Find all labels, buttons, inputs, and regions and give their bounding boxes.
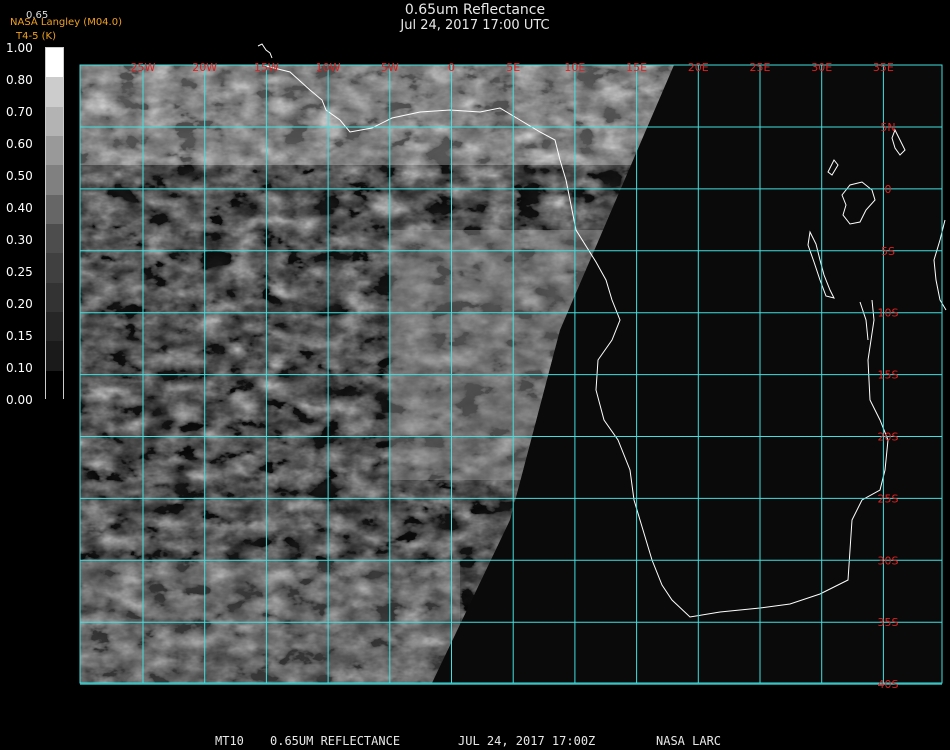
longitude-label: 25W — [131, 61, 156, 74]
longitude-label: 25E — [750, 61, 771, 74]
footer-datetime: JUL 24, 2017 17:00Z — [458, 734, 596, 748]
longitude-label: 20W — [192, 61, 217, 74]
longitude-label: 5E — [506, 61, 520, 74]
longitude-label: 15E — [626, 61, 647, 74]
latitude-label: 30S — [878, 554, 899, 567]
longitude-label: 10W — [316, 61, 341, 74]
satellite-map: 25W 20W 15W 10W 5W 0 5E 10E 15E 20E 25E 30E 35E 5N 0 5S… — [79, 43, 947, 691]
footer-band: 0.65UM REFLECTANCE — [270, 734, 401, 748]
longitude-label: 0 — [448, 61, 455, 74]
latitude-label: 25S — [878, 492, 899, 505]
longitude-label: 30E — [811, 61, 832, 74]
latitude-label: 35S — [878, 616, 899, 629]
latitude-label: 0 — [885, 183, 892, 196]
latitude-label: 5N — [880, 121, 895, 134]
longitude-label: 5W — [381, 61, 399, 74]
footer-source: NASA LARC — [656, 734, 722, 748]
longitude-label: 15W — [254, 61, 279, 74]
longitude-label: 10E — [564, 61, 585, 74]
latitude-label: 10S — [878, 307, 899, 320]
latitude-label: 5S — [881, 245, 895, 258]
latitude-label: 15S — [878, 369, 899, 382]
longitude-label: 20E — [688, 61, 709, 74]
latitude-label: 40S — [878, 678, 899, 691]
longitude-label: 35E — [873, 61, 894, 74]
latitude-label: 20S — [878, 431, 899, 444]
footer-product: MT10 — [215, 734, 244, 748]
